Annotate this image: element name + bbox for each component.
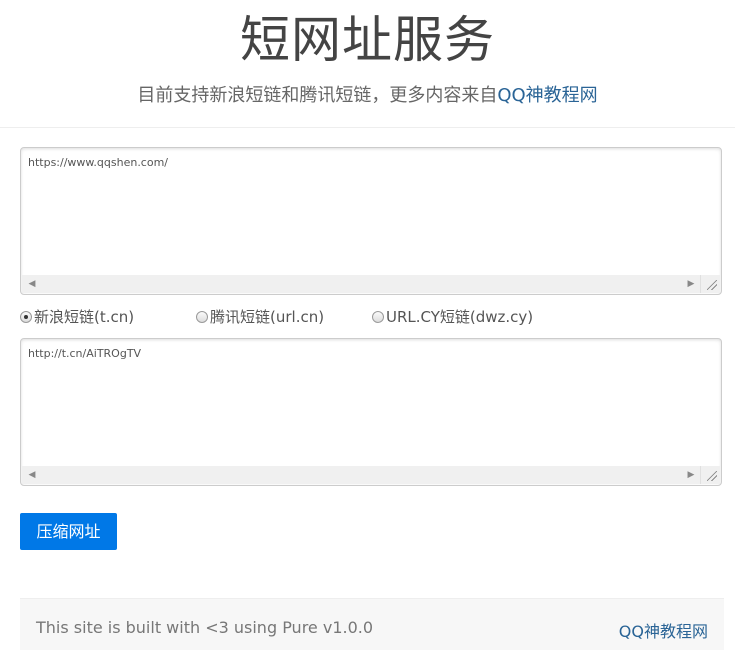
option-urlcy[interactable]: URL.CY短链(dwz.cy) bbox=[372, 306, 533, 327]
url-output-text: http://t.cn/AiTROgTV bbox=[28, 347, 142, 360]
radio-unchecked-icon[interactable] bbox=[196, 310, 208, 323]
radio-unchecked-icon[interactable] bbox=[372, 310, 384, 323]
url-input-scrollbar[interactable]: ◀ ▶ bbox=[22, 275, 701, 293]
option-sina[interactable]: 新浪短链(t.cn) bbox=[20, 306, 134, 327]
page-subtitle: 目前支持新浪短链和腾讯短链，更多内容来自QQ神教程网 bbox=[0, 84, 735, 108]
option-tencent-label: 腾讯短链(url.cn) bbox=[210, 308, 325, 326]
radio-checked-icon[interactable] bbox=[20, 310, 32, 323]
url-input-text: https://www.qqshen.com/ bbox=[28, 156, 169, 169]
url-output-textarea[interactable]: http://t.cn/AiTROgTV ◀ ▶ bbox=[20, 338, 722, 486]
footer-credit: This site is built with <3 using Pure v1… bbox=[36, 618, 374, 637]
service-options: 新浪短链(t.cn) 腾讯短链(url.cn) URL.CY短链(dwz.cy) bbox=[20, 306, 720, 330]
url-output-scrollbar[interactable]: ◀ ▶ bbox=[22, 466, 701, 484]
option-urlcy-label: URL.CY短链(dwz.cy) bbox=[386, 308, 534, 326]
page-title: 短网址服务 bbox=[240, 11, 495, 69]
subtitle-link[interactable]: QQ神教程网 bbox=[497, 85, 597, 106]
resize-handle-icon[interactable] bbox=[700, 275, 720, 293]
shorten-button[interactable]: 压缩网址 bbox=[20, 513, 117, 550]
option-tencent[interactable]: 腾讯短链(url.cn) bbox=[196, 306, 324, 327]
scroll-right-icon[interactable]: ▶ bbox=[683, 275, 699, 293]
page-header: 短网址服务 目前支持新浪短链和腾讯短链，更多内容来自QQ神教程网 bbox=[0, 0, 735, 128]
scroll-left-icon[interactable]: ◀ bbox=[24, 275, 40, 293]
url-input-textarea[interactable]: https://www.qqshen.com/ ◀ ▶ bbox=[20, 147, 722, 295]
footer-link[interactable]: QQ神教程网 bbox=[619, 618, 708, 642]
page-footer: This site is built with <3 using Pure v1… bbox=[20, 598, 724, 650]
resize-handle-icon[interactable] bbox=[700, 466, 720, 484]
option-sina-label: 新浪短链(t.cn) bbox=[34, 308, 135, 326]
scroll-right-icon[interactable]: ▶ bbox=[683, 466, 699, 484]
subtitle-text: 目前支持新浪短链和腾讯短链，更多内容来自 bbox=[137, 85, 498, 106]
scroll-left-icon[interactable]: ◀ bbox=[24, 466, 40, 484]
